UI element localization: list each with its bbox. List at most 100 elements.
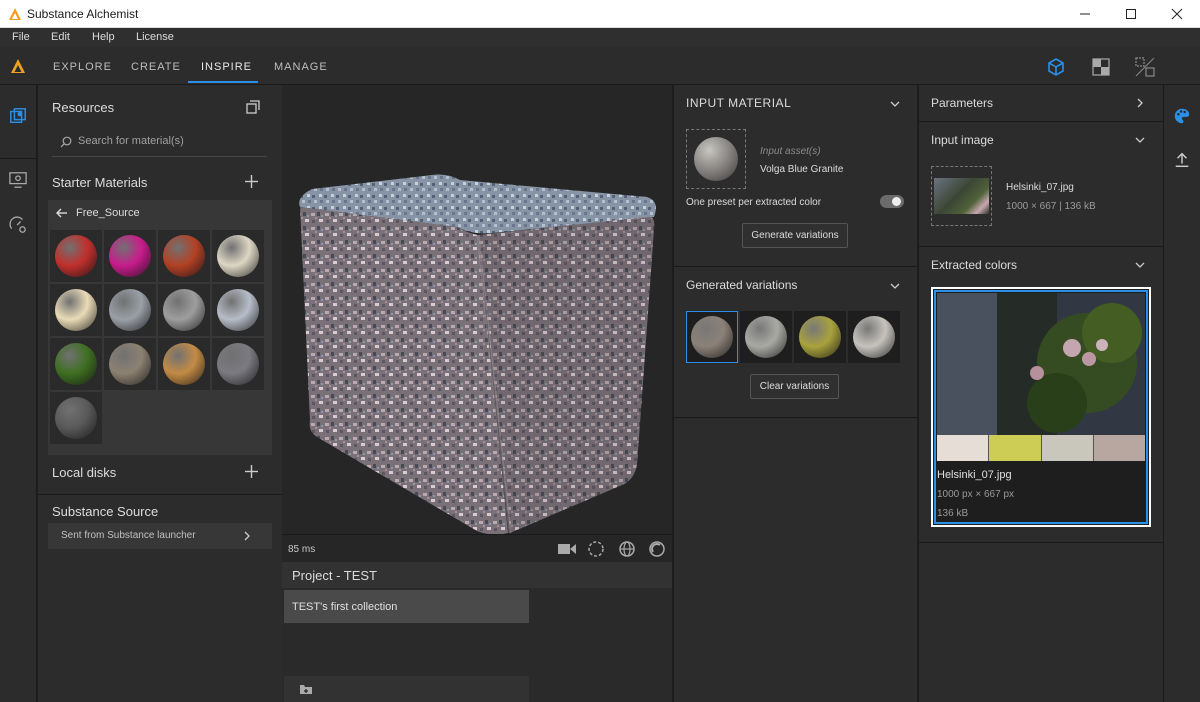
material-pink-metal[interactable] xyxy=(104,230,156,282)
material-grey-granite[interactable] xyxy=(212,338,264,390)
app-home-icon[interactable] xyxy=(10,58,26,74)
photo-preview xyxy=(937,293,1145,435)
3d-viewport[interactable] xyxy=(282,85,672,535)
display-settings-rail-button[interactable] xyxy=(7,169,29,191)
globe-icon[interactable] xyxy=(618,540,636,558)
tab-manage[interactable]: MANAGE xyxy=(274,61,328,73)
export-rail-button[interactable] xyxy=(1171,149,1193,171)
chevron-right-icon[interactable] xyxy=(1135,98,1145,108)
material-search-input[interactable]: Search for material(s) xyxy=(52,127,267,157)
input-image-slot[interactable] xyxy=(931,166,992,226)
input-asset-slot[interactable] xyxy=(686,129,746,189)
material-sphere xyxy=(109,235,151,277)
variation-4[interactable] xyxy=(848,311,900,363)
extracted-image-name: Helsinki_07.jpg xyxy=(937,469,1012,481)
upload-icon xyxy=(1175,152,1189,168)
material-stone-brick[interactable] xyxy=(104,338,156,390)
open-window-icon[interactable] xyxy=(246,100,260,114)
material-dark-tiles[interactable] xyxy=(50,392,102,444)
collection-name: TEST's first collection xyxy=(292,601,398,613)
material-sand[interactable] xyxy=(158,338,210,390)
material-green-moss[interactable] xyxy=(50,338,102,390)
input-image-title: Input image xyxy=(931,133,994,147)
tab-explore[interactable]: EXPLORE xyxy=(53,61,112,73)
granite-cube-render xyxy=(299,174,656,535)
material-sphere xyxy=(55,397,97,439)
resources-title: Resources xyxy=(52,100,115,115)
menu-license[interactable]: License xyxy=(136,31,174,43)
clear-variations-button[interactable]: Clear variations xyxy=(750,374,839,399)
material-sphere xyxy=(55,343,97,385)
generated-variations-title: Generated variations xyxy=(686,278,798,292)
extracted-color-swatch[interactable] xyxy=(1092,435,1145,461)
palette-rail-button[interactable] xyxy=(1171,105,1193,127)
chevron-down-icon[interactable] xyxy=(1135,260,1145,270)
minimize-button[interactable] xyxy=(1062,0,1108,28)
substance-source-title: Substance Source xyxy=(52,504,159,519)
close-icon xyxy=(1171,8,1183,20)
substance-source-link[interactable]: Sent from Substance launcher xyxy=(48,523,272,549)
close-button[interactable] xyxy=(1154,0,1200,28)
collection-item[interactable]: TEST's first collection xyxy=(284,590,529,623)
menu-help[interactable]: Help xyxy=(92,31,115,43)
material-orange-rough[interactable] xyxy=(158,230,210,282)
starter-materials-grid: Free_Source xyxy=(48,200,272,455)
extracted-color-swatch[interactable] xyxy=(1040,435,1093,461)
resources-rail-button[interactable] xyxy=(7,105,29,127)
material-preview-icon[interactable] xyxy=(648,540,666,558)
active-tab-indicator xyxy=(188,81,258,83)
variation-1[interactable] xyxy=(686,311,738,363)
material-silver-cylinder[interactable] xyxy=(104,284,156,336)
render-settings-rail-button[interactable] xyxy=(7,214,29,236)
material-red-plastic[interactable] xyxy=(50,230,102,282)
window-title: Substance Alchemist xyxy=(27,7,139,21)
camera-icon[interactable] xyxy=(557,541,577,557)
split-view-icon[interactable] xyxy=(1134,56,1156,78)
2d-view-icon[interactable] xyxy=(1092,58,1110,76)
maximize-button[interactable] xyxy=(1108,0,1154,28)
search-icon xyxy=(60,136,72,148)
extracted-color-swatch[interactable] xyxy=(937,435,989,461)
chevron-down-icon[interactable] xyxy=(890,281,900,291)
variation-3[interactable] xyxy=(794,311,846,363)
left-icon-rail xyxy=(0,85,37,702)
input-material-title: INPUT MATERIAL xyxy=(686,96,792,110)
material-diamond-plate[interactable] xyxy=(158,284,210,336)
variation-sphere xyxy=(799,316,841,358)
material-blue-granite[interactable] xyxy=(212,284,264,336)
palette-icon xyxy=(1174,108,1190,124)
tab-inspire[interactable]: INSPIRE xyxy=(201,61,252,73)
main-tab-bar: EXPLORE CREATE INSPIRE MANAGE xyxy=(0,47,1200,85)
3d-view-icon[interactable] xyxy=(1046,57,1066,77)
menu-bar: File Edit Help License xyxy=(0,28,1200,47)
render-time: 85 ms xyxy=(288,544,316,555)
material-cream-tiles[interactable] xyxy=(50,284,102,336)
minimize-icon xyxy=(1080,13,1090,15)
extracted-color-swatch[interactable] xyxy=(988,435,1041,461)
chevron-right-icon xyxy=(244,531,250,541)
add-starter-icon[interactable] xyxy=(245,175,258,188)
maximize-icon xyxy=(1126,9,1136,19)
library-icon xyxy=(10,108,26,124)
chevron-down-icon[interactable] xyxy=(890,99,900,109)
add-disk-icon[interactable] xyxy=(245,465,258,478)
preset-toggle[interactable] xyxy=(880,195,904,208)
chevron-down-icon[interactable] xyxy=(1135,135,1145,145)
material-sphere xyxy=(55,235,97,277)
generate-variations-button[interactable]: Generate variations xyxy=(742,223,848,248)
input-image-name: Helsinki_07.jpg xyxy=(1006,182,1074,193)
material-sphere xyxy=(55,289,97,331)
app-logo-icon xyxy=(9,8,21,20)
tab-create[interactable]: CREATE xyxy=(131,61,181,73)
menu-edit[interactable]: Edit xyxy=(51,31,70,43)
preset-toggle-label: One preset per extracted color xyxy=(686,197,822,208)
back-arrow-icon[interactable] xyxy=(56,207,68,219)
variation-2[interactable] xyxy=(740,311,792,363)
extracted-colors-card[interactable]: Helsinki_07.jpg 1000 px × 667 px 136 kB xyxy=(931,287,1151,527)
add-collection-button[interactable] xyxy=(284,676,529,702)
environment-icon[interactable] xyxy=(587,540,605,558)
material-sphere xyxy=(163,343,205,385)
material-cream-plaster[interactable] xyxy=(212,230,264,282)
starter-materials-title: Starter Materials xyxy=(52,175,148,190)
menu-file[interactable]: File xyxy=(12,31,30,43)
